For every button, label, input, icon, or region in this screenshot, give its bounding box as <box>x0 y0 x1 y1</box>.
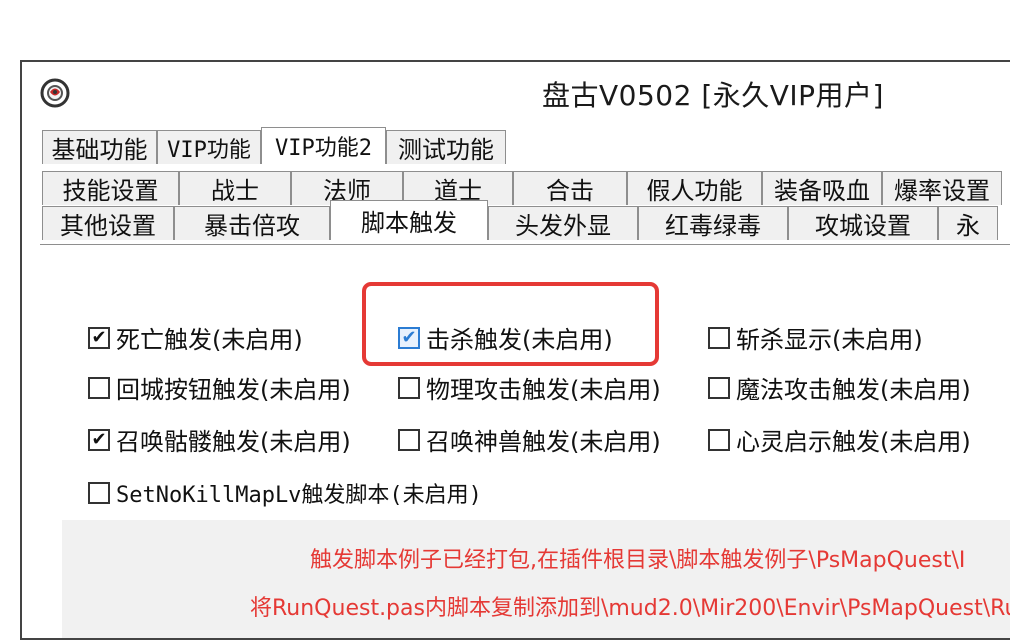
highlight-box <box>362 282 659 366</box>
checkmark-icon: ✔ <box>91 326 107 348</box>
title-bar: 盘古V0502 [永久VIP用户] <box>22 62 1010 124</box>
checkbox-box[interactable] <box>708 376 730 399</box>
main-window: 盘古V0502 [永久VIP用户] 基础功能 VIP功能 VIP功能2 测试功能… <box>20 60 1010 640</box>
checkbox-death-trigger[interactable]: ✔ 死亡触发(未启用) <box>88 320 303 355</box>
tab-basic-functions[interactable]: 基础功能 <box>42 130 157 164</box>
app-logo-icon[interactable] <box>40 78 70 108</box>
tab-red-green-poison[interactable]: 红毒绿毒 <box>638 206 788 240</box>
checkbox-box[interactable] <box>88 482 110 504</box>
tab-critical-multiplier[interactable]: 暴击倍攻 <box>174 206 330 240</box>
checkbox-box[interactable]: ✔ <box>88 428 110 451</box>
checkbox-setnokillmaplv-script[interactable]: SetNoKillMapLv触发脚本(未启用) <box>88 477 482 509</box>
tab-other-settings[interactable]: 其他设置 <box>42 206 174 240</box>
tab-row-main: 基础功能 VIP功能 VIP功能2 测试功能 <box>42 127 1010 164</box>
tab-bot-functions[interactable]: 假人功能 <box>627 171 762 205</box>
checkbox-box[interactable] <box>398 428 420 451</box>
checkbox-box[interactable] <box>708 428 730 451</box>
checkbox-label: 魔法攻击触发(未启用) <box>736 376 971 404</box>
tab-permanent-truncated[interactable]: 永 <box>938 206 998 240</box>
checkbox-execute-display[interactable]: 斩杀显示(未启用) <box>708 320 923 355</box>
window-title: 盘古V0502 [永久VIP用户] <box>542 79 884 112</box>
checkbox-label: 召唤神兽触发(未启用) <box>426 428 661 456</box>
tab-equipment-lifesteal[interactable]: 装备吸血 <box>762 171 882 205</box>
tab-test-functions[interactable]: 测试功能 <box>386 130 506 164</box>
checkbox-magic-attack-trigger[interactable]: 魔法攻击触发(未启用) <box>708 370 971 405</box>
notes-panel: 触发脚本例子已经打包,在插件根目录\脚本触发例子\PsMapQuest\I 将R… <box>62 520 1010 638</box>
checkbox-physical-attack-trigger[interactable]: 物理攻击触发(未启用) <box>398 370 661 405</box>
checkbox-label: 物理攻击触发(未启用) <box>426 376 661 404</box>
checkbox-label: SetNoKillMapLv触发脚本(未启用) <box>116 483 482 508</box>
checkbox-label: 心灵启示触发(未启用) <box>736 428 971 456</box>
checkbox-summon-skeleton-trigger[interactable]: ✔ 召唤骷髅触发(未启用) <box>88 422 351 457</box>
checkbox-label: 回城按钮触发(未启用) <box>116 376 351 404</box>
checkbox-label: 召唤骷髅触发(未启用) <box>116 428 351 456</box>
tab-vip-functions[interactable]: VIP功能 <box>157 130 261 164</box>
tab-siege-settings[interactable]: 攻城设置 <box>788 206 938 240</box>
tab-hair-display[interactable]: 头发外显 <box>488 206 638 240</box>
tab-warrior[interactable]: 战士 <box>179 171 291 205</box>
checkbox-label: 斩杀显示(未启用) <box>736 326 923 354</box>
checkbox-return-city-button-trigger[interactable]: 回城按钮触发(未启用) <box>88 370 351 405</box>
tab-drop-rate-settings[interactable]: 爆率设置 <box>882 171 1002 205</box>
checkmark-icon: ✔ <box>91 428 107 450</box>
checkbox-label: 死亡触发(未启用) <box>116 326 303 354</box>
note-line-2: 将RunQuest.pas内脚本复制添加到\mud2.0\Mir200\Envi… <box>250 596 1010 621</box>
checkbox-spirit-revelation-trigger[interactable]: 心灵启示触发(未启用) <box>708 422 971 457</box>
tab-skill-settings[interactable]: 技能设置 <box>42 171 179 205</box>
checkbox-box[interactable] <box>708 326 730 349</box>
tab-script-triggers[interactable]: 脚本触发 <box>330 200 488 240</box>
tab-row-sub-1: 技能设置 战士 法师 道士 合击 假人功能 装备吸血 爆率设置 <box>42 171 1010 205</box>
checkbox-summon-divine-beast-trigger[interactable]: 召唤神兽触发(未启用) <box>398 422 661 457</box>
tab-vip-functions-2[interactable]: VIP功能2 <box>261 127 386 164</box>
checkbox-box[interactable] <box>398 376 420 399</box>
tab-row-sub-2: 其他设置 暴击倍攻 脚本触发 头发外显 红毒绿毒 攻城设置 永 <box>42 200 1010 240</box>
tab-combo[interactable]: 合击 <box>513 171 627 205</box>
note-line-1: 触发脚本例子已经打包,在插件根目录\脚本触发例子\PsMapQuest\I <box>310 548 966 573</box>
checkbox-box[interactable] <box>88 376 110 399</box>
checkbox-box[interactable]: ✔ <box>88 326 110 349</box>
